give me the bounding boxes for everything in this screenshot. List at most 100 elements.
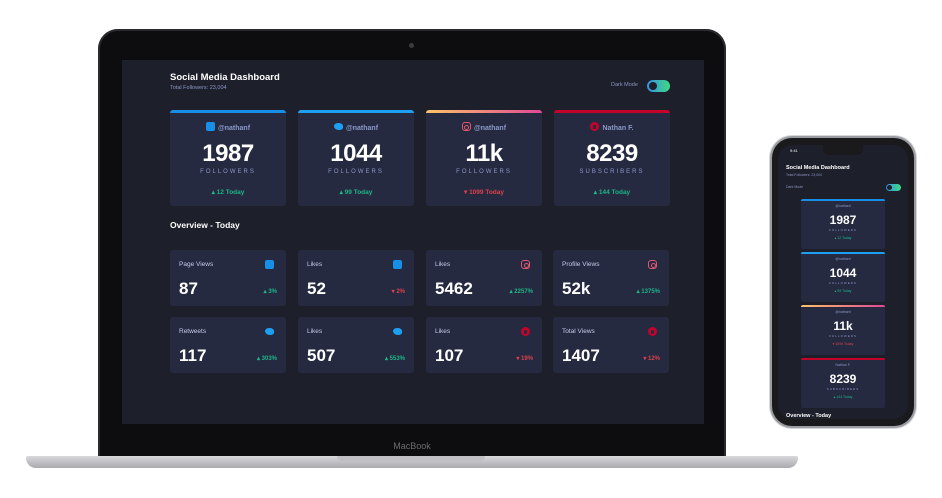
overview-card[interactable]: Total Views 1407 ▾ 12% — [553, 317, 669, 373]
card-handle: @nathanf — [426, 122, 542, 132]
overview-change: ▾ 12% — [643, 356, 660, 362]
overview-value: 117 — [179, 346, 207, 365]
overview-card[interactable]: Profile Views 52k ▴ 1375% — [553, 250, 669, 306]
laptop-camera — [409, 43, 414, 48]
subscriber-label: SUBSCRIBERS — [579, 169, 645, 175]
overview-value: 1407 — [562, 346, 600, 365]
laptop-notch — [337, 456, 485, 461]
overview-change: ▴ 2257% — [509, 289, 533, 295]
twitter-card[interactable]: @nathanf 1044 FOLLOWERS ▴ 99 Today — [298, 110, 414, 206]
card-accent-bar — [801, 252, 885, 254]
overview-metric: Likes — [307, 328, 323, 335]
follower-count: 11k — [465, 140, 503, 167]
facebook-icon — [393, 260, 402, 269]
handle-text: @nathanf — [345, 125, 379, 132]
follower-count: 1987 — [202, 140, 254, 167]
card-handle: Nathan F. — [554, 122, 670, 132]
card-accent-bar — [426, 110, 542, 113]
youtube-card[interactable]: Nathan F. 8239 SUBSCRIBERS ▴ 144 Today — [554, 110, 670, 206]
mobile-facebook-card[interactable]: @nathanf 1987 FOLLOWERS ▴ 12 Today — [801, 199, 885, 249]
overview-metric: Retweets — [179, 328, 207, 335]
dark-mode-label: Dark Mode — [611, 82, 638, 88]
follower-change: ▾ 1099 Today — [832, 342, 854, 346]
mobile-page-title: Social Media Dashboard — [786, 165, 850, 171]
mobile-dark-mode-label: Dark Mode — [786, 185, 804, 189]
card-accent-bar — [801, 358, 885, 360]
card-handle: @nathanf — [835, 310, 851, 314]
follower-count: 11k — [833, 319, 853, 333]
instagram-icon — [461, 122, 471, 131]
subscriber-change: ▴ 144 Today — [833, 395, 853, 399]
overview-card[interactable]: Retweets 117 ▴ 303% — [170, 317, 286, 373]
overview-value: 5462 — [435, 279, 473, 298]
follower-label: FOLLOWERS — [456, 169, 512, 175]
instagram-icon — [521, 260, 530, 269]
instagram-card[interactable]: @nathanf 11k FOLLOWERS ▾ 1099 Today — [426, 110, 542, 206]
laptop-screen: Social Media Dashboard Total Followers: … — [122, 60, 704, 424]
follower-label: FOLLOWERS — [328, 169, 384, 175]
overview-card[interactable]: Likes 107 ▾ 19% — [426, 317, 542, 373]
twitter-icon — [265, 327, 274, 336]
overview-change: ▴ 1375% — [636, 289, 660, 295]
overview-value: 52 — [307, 279, 326, 298]
overview-metric: Likes — [435, 328, 451, 335]
mobile-dark-mode-toggle[interactable] — [886, 184, 901, 191]
mobile-twitter-card[interactable]: @nathanf 1044 FOLLOWERS ▴ 99 Today — [801, 252, 885, 302]
overview-metric: Page Views — [179, 261, 214, 268]
handle-text: Nathan F. — [602, 125, 634, 132]
facebook-icon — [205, 122, 215, 131]
twitter-icon — [333, 122, 343, 131]
mobile-youtube-card[interactable]: Nathan F. 8239 SUBSCRIBERS ▴ 144 Today — [801, 358, 885, 408]
stage: Social Media Dashboard Total Followers: … — [0, 0, 942, 498]
overview-change: ▾ 2% — [391, 289, 405, 295]
follower-count: 1044 — [330, 140, 382, 167]
overview-card[interactable]: Likes 52 ▾ 2% — [298, 250, 414, 306]
overview-card[interactable]: Page Views 87 ▴ 3% — [170, 250, 286, 306]
page-title: Social Media Dashboard — [170, 72, 280, 83]
follower-count: 1987 — [829, 213, 857, 227]
overview-card[interactable]: Likes 507 ▴ 553% — [298, 317, 414, 373]
facebook-card[interactable]: @nathanf 1987 FOLLOWERS ▴ 12 Today — [170, 110, 286, 206]
handle-text: @nathanf — [473, 125, 507, 132]
instagram-icon — [648, 260, 657, 269]
overview-change: ▴ 553% — [384, 356, 405, 362]
follower-label: FOLLOWERS — [829, 334, 857, 338]
follower-change: ▴ 99 Today — [339, 189, 373, 196]
overview-value: 87 — [179, 279, 198, 298]
subscriber-count: 8239 — [586, 140, 638, 167]
card-accent-bar — [801, 199, 885, 201]
overview-value: 107 — [435, 346, 464, 365]
overview-change: ▾ 19% — [516, 356, 533, 362]
overview-metric: Likes — [435, 261, 451, 268]
card-accent-bar — [801, 305, 885, 307]
phone-notch — [823, 145, 863, 155]
card-handle: @nathanf — [170, 122, 286, 132]
total-followers: Total Followers: 23,004 — [170, 85, 227, 91]
laptop-brand: MacBook — [393, 441, 431, 451]
overview-value: 507 — [307, 346, 336, 365]
card-accent-bar — [298, 110, 414, 113]
overview-card[interactable]: Likes 5462 ▴ 2257% — [426, 250, 542, 306]
overview-change: ▴ 303% — [256, 356, 277, 362]
status-time: 9:41 — [790, 148, 798, 153]
subscriber-label: SUBSCRIBERS — [826, 387, 860, 391]
follower-count: 1044 — [829, 266, 857, 280]
mobile-instagram-card[interactable]: @nathanf 11k FOLLOWERS ▾ 1099 Today — [801, 305, 885, 355]
twitter-icon — [393, 327, 402, 336]
follower-label: FOLLOWERS — [829, 281, 857, 285]
overview-value: 52k — [562, 279, 591, 298]
overview-metric: Total Views — [562, 328, 595, 335]
follower-label: FOLLOWERS — [200, 169, 256, 175]
youtube-icon — [521, 327, 530, 336]
card-accent-bar — [170, 110, 286, 113]
card-handle: @nathanf — [835, 257, 851, 261]
subscriber-change: ▴ 144 Today — [593, 189, 631, 196]
follower-change: ▾ 1099 Today — [464, 189, 504, 196]
follower-change: ▴ 99 Today — [834, 289, 852, 293]
youtube-icon — [648, 327, 657, 336]
mobile-overview-title: Overview - Today — [786, 413, 832, 419]
handle-text: @nathanf — [217, 125, 251, 132]
dark-mode-toggle[interactable] — [647, 80, 670, 92]
youtube-icon — [590, 122, 600, 131]
mobile-total-followers: Total Followers: 23,004 — [786, 173, 822, 177]
